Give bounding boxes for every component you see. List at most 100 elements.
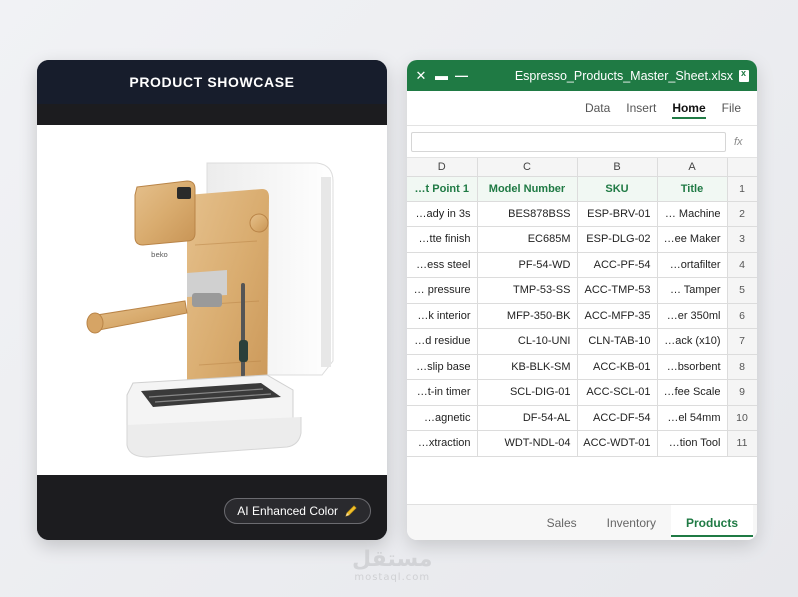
row-number[interactable]: 6 bbox=[727, 303, 757, 329]
filename: Espresso_Products_Master_Sheet.xlsx bbox=[514, 68, 733, 83]
cell-c[interactable]: CL-10-UNI bbox=[477, 328, 578, 355]
row-number[interactable]: 11 bbox=[727, 430, 757, 457]
row-number[interactable]: 10 bbox=[727, 405, 757, 431]
row-number[interactable]: 8 bbox=[727, 354, 757, 380]
ribbon-tab-file[interactable]: File bbox=[714, 91, 749, 126]
ribbon-tab-insert[interactable]: Insert bbox=[618, 91, 664, 126]
cell-d[interactable]: … pressure bbox=[407, 277, 478, 304]
cell-a[interactable]: … Machine bbox=[657, 201, 728, 227]
row-number[interactable]: 4 bbox=[727, 252, 757, 278]
cell-c[interactable]: MFP-350-BK bbox=[477, 303, 578, 329]
spreadsheet-window: ✕ ▬ — Espresso_Products_Master_Sheet.xls… bbox=[407, 60, 757, 540]
minimize-icon[interactable]: — bbox=[455, 68, 468, 83]
maximize-icon[interactable]: ▬ bbox=[435, 68, 448, 83]
table-row: …t-in timer SCL-DIG-01 ACC-SCL-01 …fee S… bbox=[407, 379, 757, 406]
column-header-d[interactable]: D bbox=[407, 158, 478, 177]
showcase-footer: AI Enhanced Color bbox=[37, 475, 387, 540]
cell-a[interactable]: …er 350ml bbox=[657, 303, 728, 329]
cell-b[interactable]: ACC-PF-54 bbox=[577, 252, 658, 278]
cell-c[interactable]: SCL-DIG-01 bbox=[477, 379, 578, 406]
cell-a[interactable]: …fee Scale bbox=[657, 379, 728, 406]
cell-b[interactable]: ESP-BRV-01 bbox=[577, 201, 658, 227]
cell-c[interactable]: PF-54-WD bbox=[477, 252, 578, 278]
cell-d[interactable]: …ady in 3s bbox=[407, 201, 478, 227]
watermark-latin: mostaql.com bbox=[354, 572, 431, 583]
cell-d[interactable]: …d residue bbox=[407, 328, 478, 355]
header-row: …t Point 1 Model Number SKU Title 1 bbox=[407, 176, 757, 202]
ribbon-tab-data[interactable]: Data bbox=[577, 91, 618, 126]
cell-c[interactable]: EC685M bbox=[477, 226, 578, 253]
cell-b[interactable]: ACC-TMP-53 bbox=[577, 277, 658, 304]
sheet-tab-inventory[interactable]: Inventory bbox=[592, 505, 671, 541]
cell-b[interactable]: ESP-DLG-02 bbox=[577, 226, 658, 253]
cell-c[interactable]: DF-54-AL bbox=[477, 405, 578, 431]
cell-c[interactable]: KB-BLK-SM bbox=[477, 354, 578, 380]
header-cell-title[interactable]: Title bbox=[657, 176, 728, 202]
cell-d[interactable]: …k interior bbox=[407, 303, 478, 329]
cell-a[interactable]: …el 54mm bbox=[657, 405, 728, 431]
corner-cell bbox=[727, 158, 757, 177]
product-showcase-card: PRODUCT SHOWCASE beko AI Enhanced Color bbox=[37, 60, 387, 540]
spreadsheet-grid: D C B A …t Point 1 Model Number SKU Titl… bbox=[407, 158, 757, 457]
column-header-c[interactable]: C bbox=[477, 158, 578, 177]
table-row: …slip base KB-BLK-SM ACC-KB-01 …bsorbent… bbox=[407, 354, 757, 380]
cell-b[interactable]: CLN-TAB-10 bbox=[577, 328, 658, 355]
ribbon-tab-home[interactable]: Home bbox=[664, 91, 713, 126]
table-row: …xtraction WDT-NDL-04 ACC-WDT-01 …tion T… bbox=[407, 430, 757, 457]
watermark: مستقل mostaql.com bbox=[352, 547, 433, 584]
cell-b[interactable]: ACC-SCL-01 bbox=[577, 379, 658, 406]
header-cell-sku[interactable]: SKU bbox=[577, 176, 658, 202]
cell-d[interactable]: …slip base bbox=[407, 354, 478, 380]
cell-a[interactable]: …tion Tool bbox=[657, 430, 728, 457]
showcase-title: PRODUCT SHOWCASE bbox=[37, 60, 387, 104]
pencil-icon bbox=[345, 505, 357, 517]
table-row: …tte finish EC685M ESP-DLG-02 …ee Maker … bbox=[407, 226, 757, 253]
cell-a[interactable]: … Tamper bbox=[657, 277, 728, 304]
cell-b[interactable]: ACC-WDT-01 bbox=[577, 430, 658, 457]
table-row: …ady in 3s BES878BSS ESP-BRV-01 … Machin… bbox=[407, 201, 757, 227]
sheet-tab-products[interactable]: Products bbox=[670, 504, 754, 540]
cell-b[interactable]: ACC-KB-01 bbox=[577, 354, 658, 380]
cell-d[interactable]: …tte finish bbox=[407, 226, 478, 253]
cell-c[interactable]: WDT-NDL-04 bbox=[477, 430, 578, 457]
table-row: …k interior MFP-350-BK ACC-MFP-35 …er 35… bbox=[407, 303, 757, 329]
cell-d[interactable]: …t-in timer bbox=[407, 379, 478, 406]
ai-enhanced-color-badge[interactable]: AI Enhanced Color bbox=[224, 498, 371, 524]
cell-a[interactable]: …ee Maker bbox=[657, 226, 728, 253]
cell-b[interactable]: ACC-MFP-35 bbox=[577, 303, 658, 329]
cell-a[interactable]: …ortafilter bbox=[657, 252, 728, 278]
column-header-b[interactable]: B bbox=[577, 158, 658, 177]
spreadsheet-titlebar: ✕ ▬ — Espresso_Products_Master_Sheet.xls… bbox=[407, 60, 757, 91]
row-number[interactable]: 1 bbox=[727, 176, 757, 202]
row-number[interactable]: 5 bbox=[727, 277, 757, 304]
column-header-row: D C B A bbox=[407, 158, 757, 177]
formula-input[interactable] bbox=[411, 131, 726, 152]
excel-file-icon bbox=[739, 68, 749, 82]
row-number[interactable]: 3 bbox=[727, 226, 757, 253]
svg-text:beko: beko bbox=[151, 251, 168, 259]
row-number[interactable]: 2 bbox=[727, 201, 757, 227]
cell-b[interactable]: ACC-DF-54 bbox=[577, 405, 658, 431]
cell-d[interactable]: …ess steel bbox=[407, 252, 478, 278]
window-controls: ✕ ▬ — bbox=[415, 68, 468, 84]
cell-c[interactable]: TMP-53-SS bbox=[477, 277, 578, 304]
fx-label: fx bbox=[734, 135, 743, 148]
showcase-strip bbox=[37, 104, 387, 125]
watermark-arabic: مستقل bbox=[352, 547, 433, 572]
row-number[interactable]: 7 bbox=[727, 328, 757, 355]
table-row: …ess steel PF-54-WD ACC-PF-54 …ortafilte… bbox=[407, 252, 757, 278]
table-row: …agnetic DF-54-AL ACC-DF-54 …el 54mm 10 bbox=[407, 405, 757, 431]
cell-a[interactable]: …ack (x10) bbox=[657, 328, 728, 355]
header-cell-model-number[interactable]: Model Number bbox=[477, 176, 578, 202]
close-icon[interactable]: ✕ bbox=[415, 68, 427, 84]
cell-c[interactable]: BES878BSS bbox=[477, 201, 578, 227]
header-cell-point1[interactable]: …t Point 1 bbox=[407, 176, 478, 202]
ribbon-tabs: Data Insert Home File bbox=[407, 91, 757, 126]
cell-d[interactable]: …agnetic bbox=[407, 405, 478, 431]
row-number[interactable]: 9 bbox=[727, 379, 757, 406]
cell-a[interactable]: …bsorbent bbox=[657, 354, 728, 380]
formula-bar: fx bbox=[407, 126, 757, 158]
cell-d[interactable]: …xtraction bbox=[407, 430, 478, 457]
sheet-tab-sales[interactable]: Sales bbox=[532, 505, 592, 541]
column-header-a[interactable]: A bbox=[657, 158, 728, 177]
